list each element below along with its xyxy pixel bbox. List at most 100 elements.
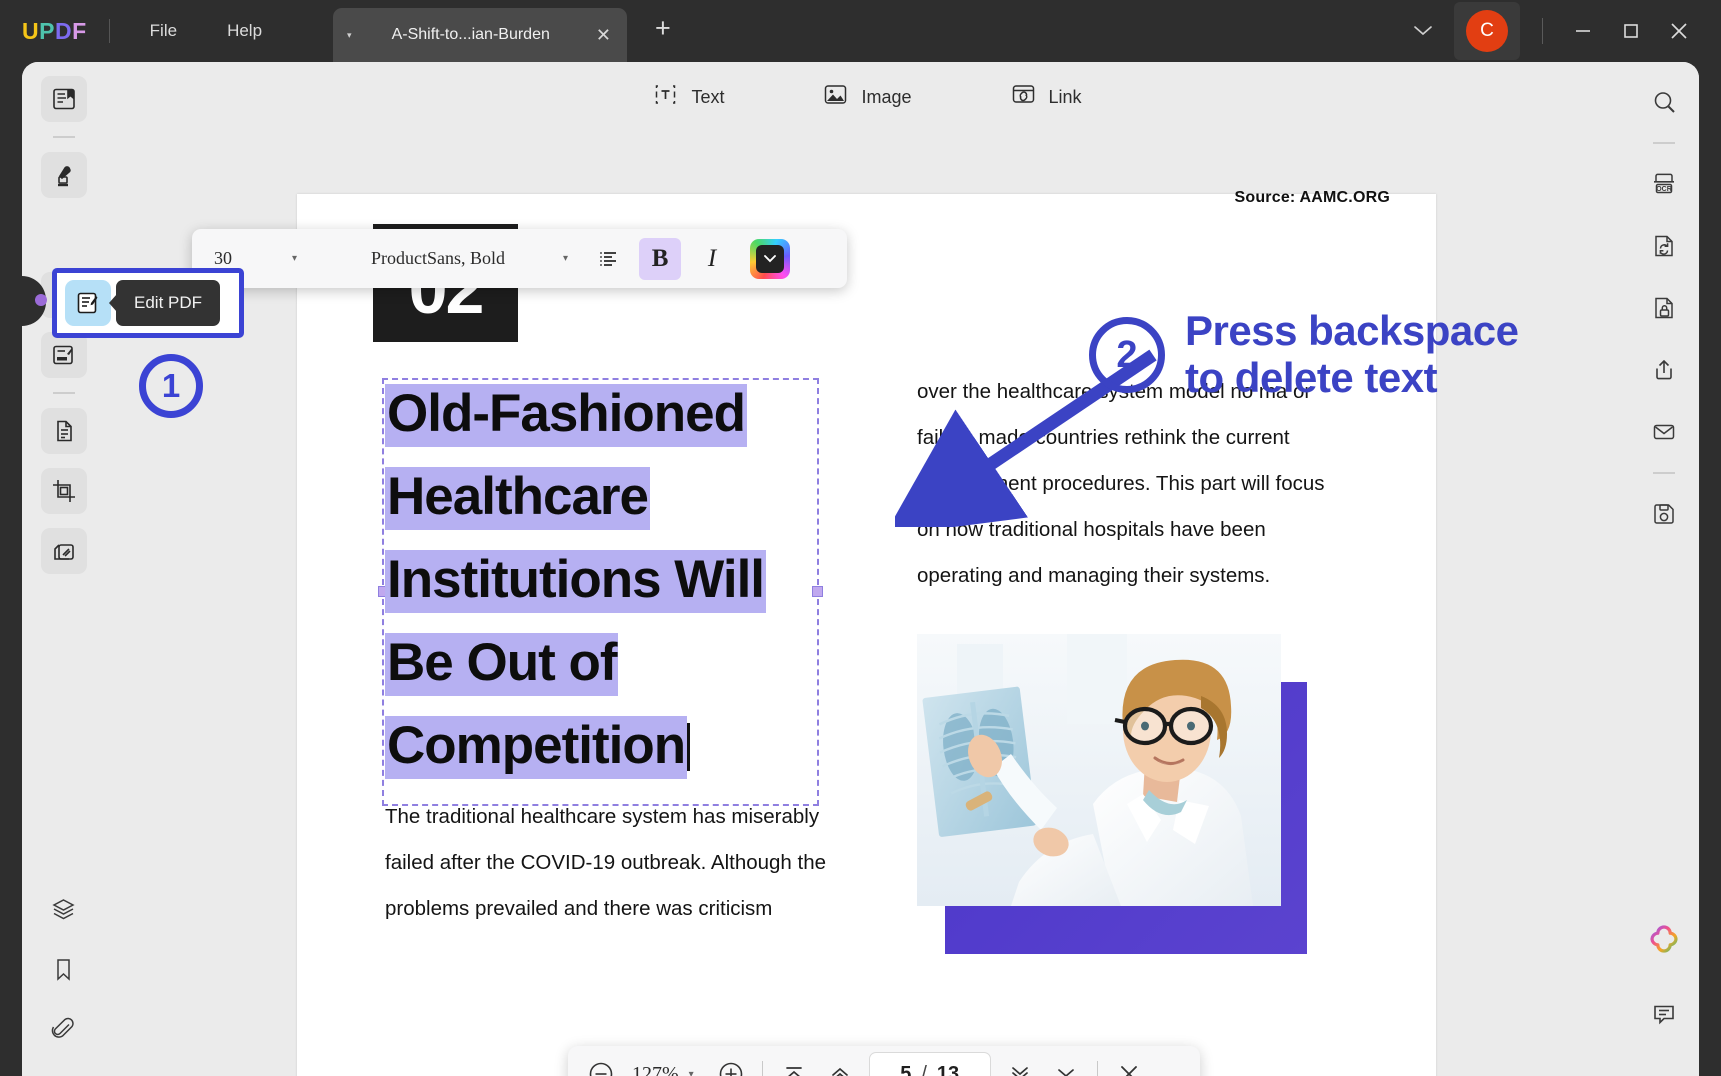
ocr-icon[interactable]: OCR: [1642, 162, 1686, 206]
headline-line: Competition: [385, 716, 688, 779]
document-tab-title: A-Shift-to...ian-Burden: [391, 26, 550, 43]
comment-icon[interactable]: [1645, 994, 1683, 1032]
save-disk-icon[interactable]: [1642, 492, 1686, 536]
next-page-icon[interactable]: [997, 1051, 1043, 1076]
first-page-icon[interactable]: [771, 1051, 817, 1076]
zoom-out-icon[interactable]: [578, 1051, 624, 1076]
paragraph-right[interactable]: over the healthcare system model no ma o…: [917, 369, 1347, 599]
total-pages: 13: [936, 1062, 960, 1076]
rrail-divider-2: [1653, 472, 1675, 474]
tooltip-label: Edit PDF: [134, 293, 203, 312]
panel-collapse-dot[interactable]: [35, 294, 47, 306]
minimize-icon[interactable]: [1559, 13, 1607, 49]
envelope-icon[interactable]: [1642, 410, 1686, 454]
italic-button[interactable]: I: [691, 238, 733, 280]
add-link-label: Link: [1048, 86, 1082, 107]
paragraph-left[interactable]: The traditional healthcare system has mi…: [385, 794, 835, 932]
avatar: C: [1466, 10, 1508, 52]
image-icon: [822, 81, 849, 113]
document-tab[interactable]: ▾ A-Shift-to...ian-Burden ✕: [333, 8, 627, 62]
sidebar-item-convert[interactable]: [40, 408, 87, 454]
headline-line: Healthcare: [385, 467, 651, 530]
headline-line: Institutions Will: [385, 550, 767, 613]
text-format-toolbar[interactable]: 30 ▾ ProductSans, Bold ▾ B I: [192, 229, 847, 288]
link-icon: [1010, 81, 1037, 113]
account-button[interactable]: C: [1454, 2, 1520, 60]
zoom-in-icon[interactable]: [708, 1051, 754, 1076]
close-icon[interactable]: ✕: [596, 26, 611, 44]
share-upload-icon[interactable]: [1642, 348, 1686, 392]
app-shell: Edit PDF 1 Text Image Link Source: AAMC.…: [0, 62, 1721, 1076]
maximize-icon[interactable]: [1607, 13, 1655, 49]
page-number-input[interactable]: 5 / 13: [868, 1052, 991, 1076]
edit-mode-toolbar: Text Image Link: [105, 62, 1629, 132]
logo-letter-d: D: [54, 17, 73, 44]
prev-page-icon[interactable]: [817, 1051, 863, 1076]
menu-file[interactable]: File: [132, 15, 195, 47]
sidebar-item-annotate[interactable]: [40, 332, 87, 378]
menu-help[interactable]: Help: [209, 15, 280, 47]
add-image-label: Image: [861, 86, 912, 107]
chevron-down-icon[interactable]: ▾: [292, 253, 297, 264]
logo-letter-f: F: [72, 17, 87, 44]
bold-button[interactable]: B: [639, 237, 682, 280]
zoom-level-value[interactable]: 127%: [624, 1063, 683, 1076]
lock-doc-icon[interactable]: [1642, 286, 1686, 330]
align-left-icon[interactable]: [587, 238, 629, 280]
edit-pdf-tooltip: Edit PDF: [108, 280, 221, 326]
sidebar-item-layers[interactable]: [41, 886, 87, 932]
rrail-divider-1: [1653, 142, 1675, 144]
ai-flower-icon[interactable]: [1645, 920, 1683, 958]
pagenav-divider-1: [761, 1061, 763, 1076]
page-navigation-bar[interactable]: 127% ▾ 5 / 13: [568, 1046, 1200, 1076]
page-separator: /: [921, 1062, 927, 1076]
add-link-button[interactable]: Link: [996, 74, 1096, 120]
close-icon[interactable]: [1655, 13, 1703, 49]
headline-line: Be Out of: [385, 633, 619, 696]
chevron-down-icon[interactable]: ▾: [563, 253, 568, 264]
sidebar-item-edit-pdf[interactable]: [65, 280, 111, 326]
chevron-down-icon[interactable]: [1398, 13, 1448, 50]
text-color-chevron[interactable]: [756, 244, 785, 273]
close-icon[interactable]: [1106, 1051, 1152, 1076]
photo-block[interactable]: [917, 634, 1307, 954]
titlebar-divider: [108, 19, 110, 43]
current-page: 5: [900, 1062, 912, 1076]
titlebar-divider-2: [1542, 18, 1543, 44]
logo-letter-p: P: [39, 17, 55, 44]
source-label: Source: AAMC.ORG: [1234, 189, 1390, 206]
pdf-page[interactable]: Source: AAMC.ORG 02 Old-Fashioned Health…: [297, 189, 1436, 1076]
pagenav-divider-2: [1096, 1061, 1098, 1076]
add-text-label: Text: [691, 86, 725, 107]
text-caret: [687, 723, 691, 771]
left-tool-rail: [22, 62, 105, 1076]
logo-letter-u: U: [22, 17, 40, 44]
rail-divider-1: [52, 136, 75, 138]
right-tool-rail: OCR: [1629, 62, 1699, 1076]
headline-line: Old-Fashioned: [385, 384, 747, 447]
chevron-down-icon[interactable]: ▾: [689, 1069, 694, 1076]
sidebar-item-batch[interactable]: [40, 528, 87, 574]
convert-doc-icon[interactable]: [1642, 224, 1686, 268]
titlebar-right-group: C: [1398, 0, 1721, 62]
sidebar-item-reader[interactable]: [40, 76, 87, 122]
last-page-icon[interactable]: [1043, 1051, 1089, 1076]
sidebar-item-highlight[interactable]: [40, 152, 87, 198]
add-text-button[interactable]: Text: [638, 74, 738, 120]
text-color-icon[interactable]: [750, 238, 791, 279]
svg-text:OCR: OCR: [1656, 186, 1672, 193]
text-icon: [652, 81, 679, 113]
sidebar-item-bookmarks[interactable]: [41, 946, 87, 992]
search-icon[interactable]: [1642, 80, 1686, 124]
headline-text-block[interactable]: Old-Fashioned Healthcare Institutions Wi…: [385, 384, 825, 799]
doctor-xray-photo[interactable]: [917, 634, 1281, 906]
updf-logo: U P D F: [22, 18, 87, 45]
sidebar-item-attachments[interactable]: [41, 1006, 87, 1052]
font-family-select[interactable]: ProductSans, Bold: [319, 248, 557, 269]
rail-divider-2: [52, 392, 75, 394]
updf-application-window: U P D F File Help ▾ A-Shift-to...ian-Bur…: [0, 0, 1721, 1076]
sidebar-item-crop[interactable]: [40, 468, 87, 514]
app-content: Edit PDF 1 Text Image Link Source: AAMC.…: [22, 62, 1699, 1076]
add-image-button[interactable]: Image: [808, 74, 925, 120]
new-tab-button[interactable]: +: [655, 15, 671, 42]
